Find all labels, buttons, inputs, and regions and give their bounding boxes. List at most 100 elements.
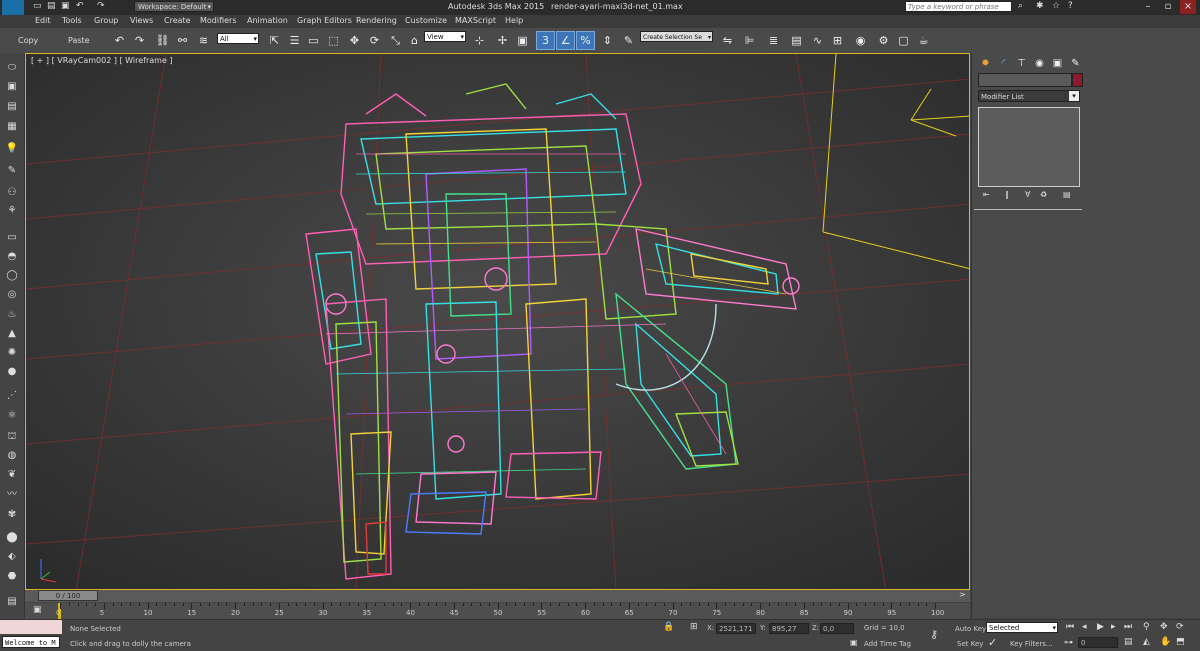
- object-name-field[interactable]: [978, 73, 1072, 87]
- modifier-list-dropdown[interactable]: Modifier List ▾: [978, 90, 1080, 102]
- grid-icon[interactable]: ▦: [4, 120, 20, 134]
- save-file-icon[interactable]: ▣: [61, 1, 70, 11]
- search-icon[interactable]: ⌕: [1018, 1, 1023, 11]
- play-icon[interactable]: ▶: [1097, 622, 1104, 632]
- layer-manager-icon[interactable]: ≣: [764, 31, 783, 50]
- bind-space-warp-icon[interactable]: ≋: [194, 31, 213, 50]
- angle-snap-icon[interactable]: ∠: [556, 31, 575, 50]
- set-key-button[interactable]: Set Key: [957, 640, 983, 648]
- align-icon[interactable]: ⊫: [740, 31, 759, 50]
- current-frame-field[interactable]: 0: [1078, 637, 1118, 648]
- walkthrough-icon[interactable]: ✋: [1160, 637, 1171, 647]
- menu-edit[interactable]: Edit: [35, 16, 51, 25]
- place-icon[interactable]: ⌂: [405, 31, 424, 50]
- pin-stack-icon[interactable]: ⇤: [983, 190, 990, 199]
- rendered-frame-window-icon[interactable]: ▢: [894, 31, 913, 50]
- new-file-icon[interactable]: ▭: [33, 1, 42, 11]
- ribbon-icon[interactable]: ▤: [787, 31, 806, 50]
- move-icon[interactable]: ✥: [345, 31, 364, 50]
- render-setup-icon[interactable]: ⚙: [874, 31, 893, 50]
- key-icon[interactable]: ⚷: [930, 628, 938, 641]
- community-icon[interactable]: ✱: [1036, 1, 1044, 11]
- redo-icon[interactable]: ↷: [97, 1, 105, 11]
- scale-icon[interactable]: ⤡: [386, 31, 405, 50]
- cloth-icon[interactable]: ⬖: [4, 550, 20, 564]
- mini-curve-editor-icon[interactable]: ▣: [33, 605, 42, 615]
- workspace-dropdown[interactable]: Workspace: Default ▾: [134, 1, 214, 12]
- percent-snap-icon[interactable]: %: [576, 31, 595, 50]
- scene-explorer-icon[interactable]: ⚇: [4, 186, 20, 200]
- key-mode-toggle-icon[interactable]: ⊶: [1064, 638, 1073, 648]
- sun-icon[interactable]: ✺: [4, 346, 20, 360]
- menu-animation[interactable]: Animation: [247, 16, 288, 25]
- globe-icon[interactable]: ◍: [4, 449, 20, 463]
- z-coordinate-field[interactable]: 0,0: [820, 623, 854, 634]
- time-slider-thumb[interactable]: 0 / 100: [38, 590, 98, 601]
- menu-graph-editors[interactable]: Graph Editors: [297, 16, 352, 25]
- teapot-icon[interactable]: ⬣: [4, 570, 20, 584]
- wind-icon[interactable]: 〰: [4, 488, 20, 502]
- open-file-icon[interactable]: ▤: [47, 1, 56, 11]
- auto-key-button[interactable]: Auto Key: [955, 625, 986, 633]
- motion-tab-icon[interactable]: ◉: [1030, 54, 1049, 73]
- close-button[interactable]: ×: [1180, 0, 1196, 14]
- box-primitive-icon[interactable]: ▭: [4, 231, 20, 245]
- copy-button[interactable]: Copy: [18, 36, 38, 45]
- viewport-config-icon[interactable]: ▤: [4, 595, 20, 609]
- schematic-view-icon[interactable]: ⊞: [828, 31, 847, 50]
- remove-modifier-icon[interactable]: ♻: [1040, 190, 1047, 199]
- modeling-icon[interactable]: ▣: [4, 80, 20, 94]
- select-manipulate-icon[interactable]: ✢: [493, 31, 512, 50]
- modify-tab-icon[interactable]: ◜: [994, 54, 1013, 73]
- show-end-result-icon[interactable]: ‖: [1005, 190, 1009, 199]
- goto-start-icon[interactable]: ⏮: [1066, 622, 1074, 632]
- previous-frame-icon[interactable]: ◂: [1082, 622, 1087, 632]
- viewport-camera[interactable]: [ + ] [ VRayCam002 ] [ Wireframe ]: [25, 53, 970, 590]
- maximize-button[interactable]: ▫: [1160, 0, 1176, 14]
- rectangular-selection-icon[interactable]: ▭: [304, 31, 323, 50]
- brush-icon[interactable]: ✎: [4, 164, 20, 178]
- time-config-icon[interactable]: ▤: [1124, 637, 1133, 647]
- particle-icon[interactable]: ⚘: [4, 204, 20, 218]
- curve-editor-icon[interactable]: ∿: [808, 31, 827, 50]
- track-bar[interactable]: ▣ 0 5 10 15 20 25 30 35 40 45 50 55 60 65 70 75 80 85 90 95…: [25, 603, 970, 619]
- zoom-extents-icon[interactable]: ⚲: [1143, 622, 1150, 632]
- lock-selection-icon[interactable]: 🔒: [663, 622, 674, 632]
- redo-icon[interactable]: ↷: [130, 31, 149, 50]
- orbit-icon[interactable]: ⟳: [1176, 622, 1184, 632]
- select-by-name-icon[interactable]: ☰: [285, 31, 304, 50]
- chain-icon[interactable]: ⋰: [4, 389, 20, 403]
- configure-modifier-sets-icon[interactable]: ▤: [1063, 190, 1071, 199]
- goto-end-icon[interactable]: ⏭: [1124, 622, 1132, 632]
- search-input[interactable]: [905, 1, 1012, 12]
- viewport-label[interactable]: [ + ] [ VRayCam002 ] [ Wireframe ]: [31, 56, 173, 65]
- edit-named-selection-icon[interactable]: ✎: [619, 31, 638, 50]
- menu-rendering[interactable]: Rendering: [356, 16, 397, 25]
- pivot-center-icon[interactable]: ⊹: [470, 31, 489, 50]
- menu-modifiers[interactable]: Modifiers: [200, 16, 237, 25]
- maxscript-mini-field[interactable]: Welcome to M: [2, 636, 60, 648]
- pan-icon[interactable]: ✥: [1160, 622, 1168, 632]
- render-production-icon[interactable]: ☕: [914, 31, 933, 50]
- x-coordinate-field[interactable]: 2521,171: [716, 623, 756, 634]
- favorites-icon[interactable]: ☆: [1052, 1, 1060, 11]
- named-selection-sets-dropdown[interactable]: Create Selection Se ▾: [640, 31, 713, 42]
- light-icon[interactable]: 💡: [4, 142, 20, 156]
- keyboard-shortcut-override-icon[interactable]: ▣: [513, 31, 532, 50]
- menu-tools[interactable]: Tools: [62, 16, 82, 25]
- add-time-tag-button[interactable]: Add Time Tag: [864, 640, 911, 648]
- hierarchy-tab-icon[interactable]: ⊤: [1012, 54, 1031, 73]
- field-of-view-icon[interactable]: ◭: [1143, 637, 1150, 647]
- link-icon[interactable]: ⛓: [153, 31, 172, 50]
- make-unique-icon[interactable]: ∀: [1025, 190, 1030, 199]
- unlink-icon[interactable]: ⚯: [173, 31, 192, 50]
- hair-icon[interactable]: ✾: [4, 508, 20, 522]
- key-filters-button[interactable]: Key Filters...: [1010, 640, 1053, 648]
- maxscript-listener[interactable]: [0, 620, 62, 634]
- key-mode-dropdown[interactable]: Selected ▾: [986, 622, 1058, 633]
- create-tab-icon[interactable]: ✹: [976, 54, 995, 73]
- sphere-gold-icon[interactable]: ●: [4, 365, 20, 379]
- maximize-viewport-icon[interactable]: ⬒: [1176, 637, 1185, 647]
- torus-icon[interactable]: ◎: [4, 288, 20, 302]
- set-key-check-icon[interactable]: ✓: [988, 636, 997, 649]
